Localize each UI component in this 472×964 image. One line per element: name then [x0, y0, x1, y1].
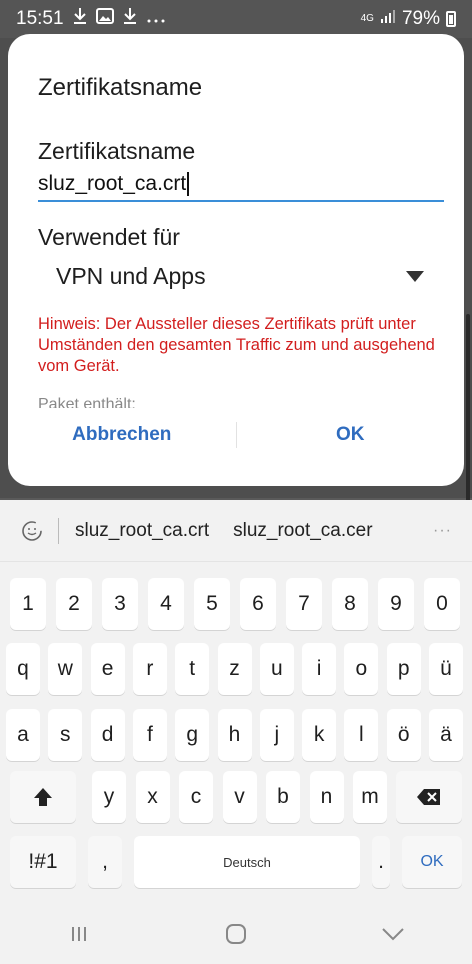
- key-row_a-1[interactable]: s: [48, 709, 83, 761]
- suggestion-2[interactable]: sluz_root_ca.cer: [233, 520, 372, 542]
- certificate-name-input[interactable]: sluz_root_ca.crt: [38, 168, 444, 202]
- signal-icon: [380, 8, 396, 30]
- number-row: 1234567890: [0, 578, 472, 634]
- suggestion-divider: [58, 517, 59, 544]
- key-row_a-9[interactable]: ö: [386, 709, 421, 761]
- certificate-name-dialog: Zertifikatsname Zertifikatsname sluz_roo…: [8, 34, 464, 486]
- image-notification-icon: [95, 8, 114, 30]
- key-row_y-1[interactable]: x: [135, 771, 170, 823]
- scroll-indicator: [466, 314, 470, 504]
- back-button[interactable]: [373, 919, 413, 949]
- key-row_numbers-6[interactable]: 7: [286, 578, 322, 630]
- package-contains-label: Paket enthält:: [38, 396, 136, 408]
- asdf-row: asdfghjklöä: [0, 709, 472, 765]
- key-row_numbers-7[interactable]: 8: [332, 578, 368, 630]
- space-key[interactable]: Deutsch: [134, 836, 360, 888]
- status-bar: 15:51 4G 79%: [0, 0, 472, 38]
- key-row_a-10[interactable]: ä: [429, 709, 463, 761]
- recent-apps-button[interactable]: [59, 919, 99, 949]
- shift-icon: [34, 788, 52, 806]
- home-icon: [225, 924, 246, 944]
- emoji-refresh-icon[interactable]: [20, 519, 44, 543]
- key-row_a-5[interactable]: h: [217, 709, 252, 761]
- more-notifications-icon: [146, 8, 166, 30]
- used-for-dropdown[interactable]: VPN und Apps: [38, 256, 444, 296]
- recent-apps-icon: [71, 927, 86, 941]
- backspace-icon: [417, 789, 440, 805]
- dropdown-arrow-icon: [406, 270, 424, 282]
- used-for-value: VPN und Apps: [56, 262, 206, 289]
- key-row_q-9[interactable]: p: [386, 643, 421, 695]
- key-row_q-6[interactable]: u: [259, 643, 294, 695]
- key-row_a-2[interactable]: d: [90, 709, 125, 761]
- key-row_q-10[interactable]: ü: [429, 643, 463, 695]
- qwertz-row: qwertzuiopü: [0, 643, 472, 699]
- download-icon: [122, 7, 138, 31]
- status-time: 15:51: [16, 8, 64, 29]
- certificate-name-label: Zertifikatsname: [38, 138, 196, 164]
- key-row_numbers-3[interactable]: 4: [148, 578, 184, 630]
- ok-key[interactable]: OK: [402, 836, 462, 888]
- comma-key[interactable]: ,: [88, 836, 122, 888]
- key-row_numbers-2[interactable]: 3: [102, 578, 138, 630]
- key-row_numbers-4[interactable]: 5: [194, 578, 230, 630]
- warning-text: Hinweis: Der Aussteller dieses Zertifika…: [38, 315, 435, 375]
- soft-keyboard: sluz_root_ca.crt sluz_root_ca.cer ··· 12…: [0, 500, 472, 964]
- key-row_q-7[interactable]: i: [302, 643, 337, 695]
- key-row_a-7[interactable]: k: [302, 709, 337, 761]
- cancel-button[interactable]: Abbrechen: [8, 424, 236, 446]
- battery-icon: [446, 11, 456, 27]
- key-row_y-5[interactable]: n: [309, 771, 344, 823]
- key-row_q-8[interactable]: o: [344, 643, 379, 695]
- key-row_numbers-0[interactable]: 1: [10, 578, 46, 630]
- key-row_q-0[interactable]: q: [6, 643, 40, 695]
- download-icon: [72, 7, 88, 31]
- key-row_y-4[interactable]: b: [266, 771, 300, 823]
- key-row_q-2[interactable]: e: [90, 643, 125, 695]
- key-row_a-3[interactable]: f: [132, 709, 167, 761]
- bottom-row: !#1 , Deutsch . OK: [0, 836, 472, 892]
- key-row_numbers-5[interactable]: 6: [240, 578, 276, 630]
- ok-button[interactable]: OK: [237, 424, 465, 446]
- backspace-key[interactable]: [396, 771, 462, 823]
- text-caret: [187, 172, 190, 196]
- key-row_y-0[interactable]: y: [92, 771, 126, 823]
- battery-percent: 79%: [401, 8, 440, 29]
- key-row_q-1[interactable]: w: [48, 643, 83, 695]
- key-row_numbers-9[interactable]: 0: [424, 578, 460, 630]
- key-row_a-4[interactable]: g: [175, 709, 210, 761]
- key-row_a-0[interactable]: a: [6, 709, 40, 761]
- key-row_numbers-8[interactable]: 9: [378, 578, 414, 630]
- chevron-down-icon: [382, 928, 405, 941]
- certificate-name-value: sluz_root_ca.crt: [38, 172, 187, 195]
- more-options-icon[interactable]: ···: [433, 522, 452, 540]
- dialog-title: Zertifikatsname: [38, 74, 203, 101]
- used-for-label: Verwendet für: [38, 224, 180, 250]
- shift-key[interactable]: [10, 771, 76, 823]
- navigation-bar: [0, 904, 472, 964]
- key-row_y-6[interactable]: m: [353, 771, 387, 823]
- network-type: 4G: [360, 13, 374, 24]
- home-button[interactable]: [216, 919, 256, 949]
- key-row_q-4[interactable]: t: [175, 643, 210, 695]
- symbols-key[interactable]: !#1: [10, 836, 76, 888]
- key-row_y-2[interactable]: c: [179, 771, 213, 823]
- suggestion-1[interactable]: sluz_root_ca.crt: [75, 520, 209, 542]
- key-row_y-3[interactable]: v: [222, 771, 257, 823]
- key-row_numbers-1[interactable]: 2: [56, 578, 92, 630]
- key-row_q-5[interactable]: z: [217, 643, 252, 695]
- key-row_q-3[interactable]: r: [132, 643, 167, 695]
- suggestion-bar: sluz_root_ca.crt sluz_root_ca.cer ···: [0, 500, 472, 562]
- dialog-button-row: Abbrechen OK: [8, 414, 464, 456]
- key-row_a-6[interactable]: j: [259, 709, 294, 761]
- key-row_a-8[interactable]: l: [344, 709, 379, 761]
- yxcv-row: yxcvbnm: [0, 771, 472, 827]
- period-key[interactable]: .: [372, 836, 390, 888]
